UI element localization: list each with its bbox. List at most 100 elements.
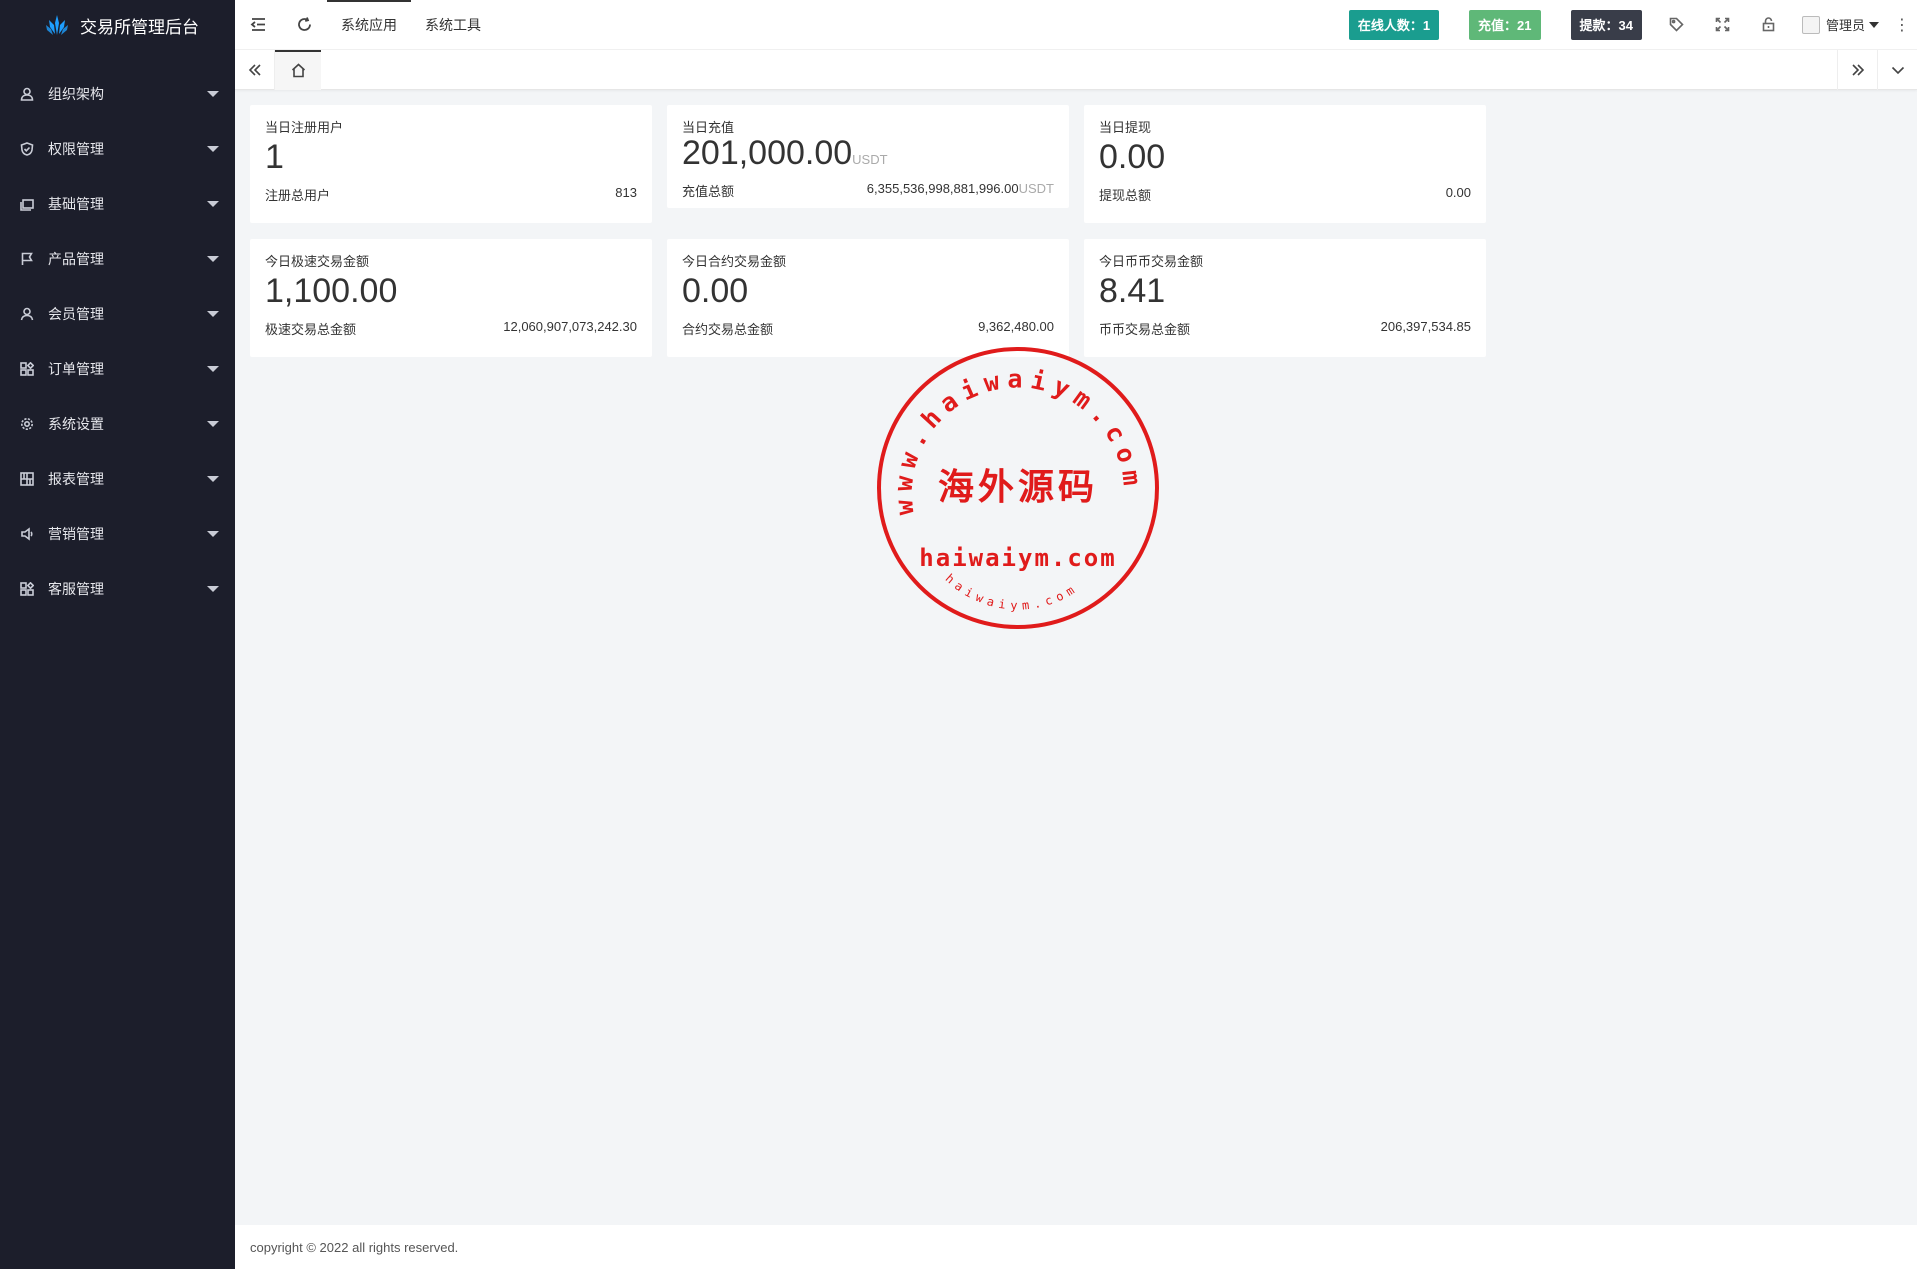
card-footer-label: 充值总额 xyxy=(682,184,735,199)
tabs-bar xyxy=(235,49,1917,90)
card-footer-unit: USDT xyxy=(1018,181,1054,196)
sidebar-item-label: 订单管理 xyxy=(48,360,104,377)
sidebar-item-label: 系统设置 xyxy=(48,415,104,432)
sidebar-item-reports[interactable]: 报表管理 xyxy=(0,451,235,506)
sidebar-item-customer-service[interactable]: 客服管理 xyxy=(0,561,235,616)
caret-down-icon xyxy=(207,255,219,262)
card-footer-value: 6,355,536,998,881,996.00 xyxy=(866,181,1019,196)
collapse-menu-icon[interactable] xyxy=(235,0,281,50)
stat-card-today-fast-trade: 今日极速交易金额 1,100.00 极速交易总金额 12,060,907,073… xyxy=(250,239,652,357)
brand[interactable]: 交易所管理后台 xyxy=(0,0,235,50)
stat-card-today-registrations: 当日注册用户 1 注册总用户 813 xyxy=(250,105,652,223)
sidebar-item-settings[interactable]: 系统设置 xyxy=(0,396,235,451)
watermark-stamp: www.haiwaiym.com 海外源码 haiwaiym.com haiwa… xyxy=(877,347,1159,629)
user-menu[interactable]: 管理员 xyxy=(1792,0,1887,50)
stat-card-today-withdrawal: 当日提现 0.00 提现总额 0.00 xyxy=(1084,105,1486,223)
home-tab[interactable] xyxy=(275,49,321,90)
home-icon xyxy=(291,63,305,78)
card-value-number: 201,000.00 xyxy=(682,134,853,172)
caret-down-icon xyxy=(207,310,219,317)
lock-icon[interactable] xyxy=(1746,0,1792,50)
more-options-icon[interactable]: ⋮ xyxy=(1887,0,1917,50)
copyright-text: copyright © 2022 all rights reserved. xyxy=(250,1239,459,1255)
page-footer: copyright © 2022 all rights reserved. xyxy=(235,1225,1917,1269)
apps-icon xyxy=(20,581,34,596)
sidebar-item-label: 产品管理 xyxy=(48,250,104,267)
card-title: 今日合约交易金额 xyxy=(682,254,787,269)
card-title: 今日极速交易金额 xyxy=(265,254,370,269)
sidebar-item-marketing[interactable]: 营销管理 xyxy=(0,506,235,561)
scroll-tabs-left-icon[interactable] xyxy=(235,49,275,90)
gear-icon xyxy=(20,417,34,431)
sidebar-item-label: 营销管理 xyxy=(48,525,104,542)
card-title: 当日注册用户 xyxy=(265,120,344,135)
sidebar-item-basic[interactable]: 基础管理 xyxy=(0,176,235,231)
tag-icon[interactable] xyxy=(1654,0,1700,50)
brand-logo-icon xyxy=(46,15,68,35)
flag-icon xyxy=(20,252,34,266)
card-value: 1,100.00 xyxy=(265,271,637,311)
tab-system-apps[interactable]: 系统应用 xyxy=(327,0,411,50)
caret-down-icon xyxy=(207,200,219,207)
avatar xyxy=(1801,15,1820,34)
caret-down-icon xyxy=(207,530,219,537)
shield-icon xyxy=(20,141,34,156)
card-title: 今日币币交易金额 xyxy=(1099,254,1204,269)
card-value: 8.41 xyxy=(1099,271,1471,311)
caret-down-icon xyxy=(207,90,219,97)
stack-icon xyxy=(20,197,34,211)
sidebar-item-orders[interactable]: 订单管理 xyxy=(0,341,235,396)
refresh-icon[interactable] xyxy=(281,0,327,50)
sidebar-item-label: 客服管理 xyxy=(48,580,104,597)
online-count-badge[interactable]: 在线人数：1 xyxy=(1348,9,1440,40)
tab-system-tools[interactable]: 系统工具 xyxy=(411,0,495,50)
card-footer-label: 注册总用户 xyxy=(265,188,331,203)
card-value: 0.00 xyxy=(1099,137,1471,177)
card-footer-label: 币币交易总金额 xyxy=(1099,322,1191,337)
sidebar-item-permissions[interactable]: 权限管理 xyxy=(0,121,235,176)
card-value: 201,000.00USDT xyxy=(682,135,1054,178)
sidebar-item-products[interactable]: 产品管理 xyxy=(0,231,235,286)
tabs-dropdown-icon[interactable] xyxy=(1877,49,1917,90)
sidebar: 交易所管理后台 组织架构 权限管理 基础管理 产品管理 会员管理 订单管理 系统… xyxy=(0,0,235,1269)
card-value: 0.00 xyxy=(682,271,1054,311)
card-footer-value: 12,060,907,073,242.30 xyxy=(503,319,637,334)
card-footer-value: 813 xyxy=(615,185,637,200)
topbar: 系统应用 系统工具 在线人数：1 充值：21 提款：34 管理员 ⋮ xyxy=(235,0,1917,50)
stat-card-today-recharge: 当日充值 201,000.00USDT 充值总额 6,355,536,998,8… xyxy=(667,105,1069,208)
brand-title: 交易所管理后台 xyxy=(80,17,199,37)
card-value-number: 0.00 xyxy=(682,272,749,310)
sidebar-item-members[interactable]: 会员管理 xyxy=(0,286,235,341)
card-footer-label: 合约交易总金额 xyxy=(682,322,774,337)
card-footer: 充值总额 6,355,536,998,881,996.00USDT xyxy=(682,181,1054,200)
scroll-tabs-right-icon[interactable] xyxy=(1837,49,1877,90)
sidebar-item-label: 会员管理 xyxy=(48,305,104,322)
sidebar-item-organization[interactable]: 组织架构 xyxy=(0,66,235,121)
card-value-number: 8.41 xyxy=(1099,272,1166,310)
card-footer-label: 极速交易总金额 xyxy=(265,322,357,337)
user-icon xyxy=(20,87,34,101)
card-value-number: 1,100.00 xyxy=(265,272,398,310)
watermark-small-text: haiwaiym.com xyxy=(943,571,1081,612)
sidebar-item-label: 组织架构 xyxy=(48,85,104,102)
caret-down-icon xyxy=(207,585,219,592)
card-title: 当日充值 xyxy=(682,120,735,135)
card-footer-value: 206,397,534.85 xyxy=(1380,319,1471,334)
stat-card-today-spot-trade: 今日币币交易金额 8.41 币币交易总金额 206,397,534.85 xyxy=(1084,239,1486,357)
withdraw-count-badge[interactable]: 提款：34 xyxy=(1570,9,1642,40)
card-footer: 注册总用户 813 xyxy=(265,185,637,204)
watermark-domain-text: haiwaiym.com xyxy=(919,544,1116,572)
fullscreen-icon[interactable] xyxy=(1700,0,1746,50)
dashboard-content: 当日注册用户 1 注册总用户 813 当日充值 201,000.00USDT 充… xyxy=(235,90,1917,1225)
card-footer: 合约交易总金额 9,362,480.00 xyxy=(682,319,1054,338)
card-title: 当日提现 xyxy=(1099,120,1152,135)
card-footer: 极速交易总金额 12,060,907,073,242.30 xyxy=(265,319,637,338)
recharge-count-badge[interactable]: 充值：21 xyxy=(1469,9,1541,40)
card-footer-label: 提现总额 xyxy=(1099,188,1152,203)
caret-down-icon xyxy=(1869,21,1879,28)
card-footer-value-wrap: 6,355,536,998,881,996.00USDT xyxy=(867,181,1054,200)
card-value-number: 1 xyxy=(265,138,284,176)
caret-down-icon xyxy=(207,475,219,482)
card-footer: 币币交易总金额 206,397,534.85 xyxy=(1099,319,1471,338)
card-footer: 提现总额 0.00 xyxy=(1099,185,1471,204)
